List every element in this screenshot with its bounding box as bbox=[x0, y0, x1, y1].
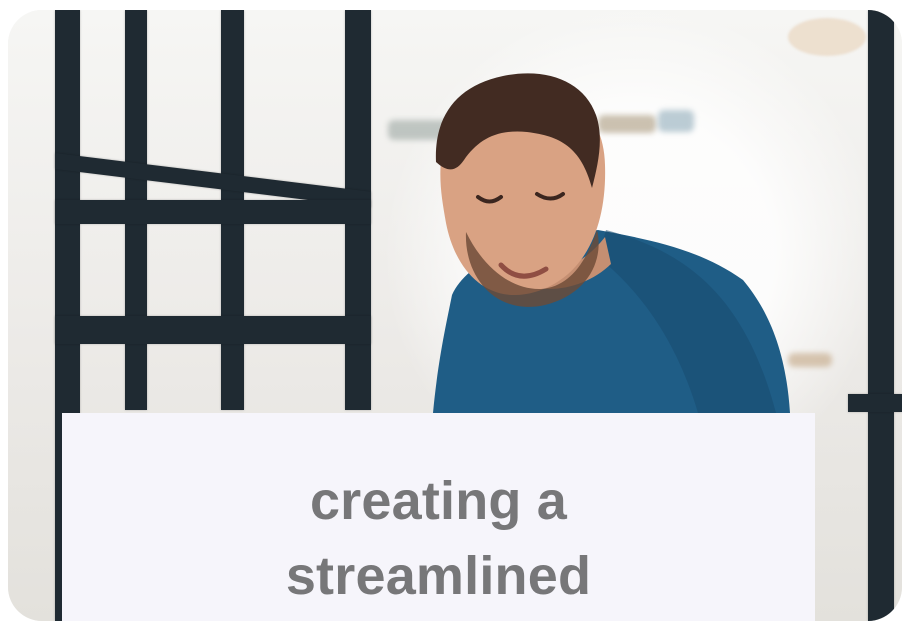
card-caption: creating a streamlined bbox=[285, 471, 592, 606]
caption-panel: creating a streamlined bbox=[62, 413, 815, 621]
feature-card[interactable]: creating a streamlined bbox=[8, 10, 902, 621]
